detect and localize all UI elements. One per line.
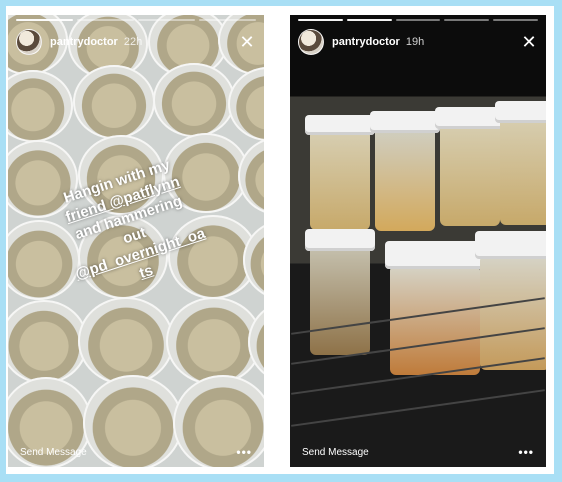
story-progress-bar: [16, 19, 256, 21]
story-footer: Send Message •••: [302, 445, 534, 459]
story-time: 19h: [405, 36, 425, 48]
story-photo-jars-on-shelf: [290, 15, 546, 467]
close-icon[interactable]: ✕: [238, 33, 256, 51]
more-icon[interactable]: •••: [236, 445, 252, 459]
story-header: pantrydoctor 22h ✕: [16, 25, 256, 59]
avatar[interactable]: [16, 29, 42, 55]
story-time: 22h: [123, 36, 143, 48]
send-message-button[interactable]: Send Message: [302, 447, 369, 458]
story-progress-bar: [298, 19, 538, 21]
story-right: pantrydoctor 19h ✕ Send Message •••: [290, 15, 546, 467]
username[interactable]: pantrydoctor: [332, 36, 400, 48]
avatar[interactable]: [298, 29, 324, 55]
story-footer: Send Message •••: [20, 445, 252, 459]
more-icon[interactable]: •••: [518, 445, 534, 459]
send-message-button[interactable]: Send Message: [20, 447, 87, 458]
close-icon[interactable]: ✕: [520, 33, 538, 51]
story-left: pantrydoctor 22h ✕ Hangin with my friend…: [8, 15, 264, 467]
story-header: pantrydoctor 19h ✕: [298, 25, 538, 59]
username[interactable]: pantrydoctor: [50, 36, 118, 48]
